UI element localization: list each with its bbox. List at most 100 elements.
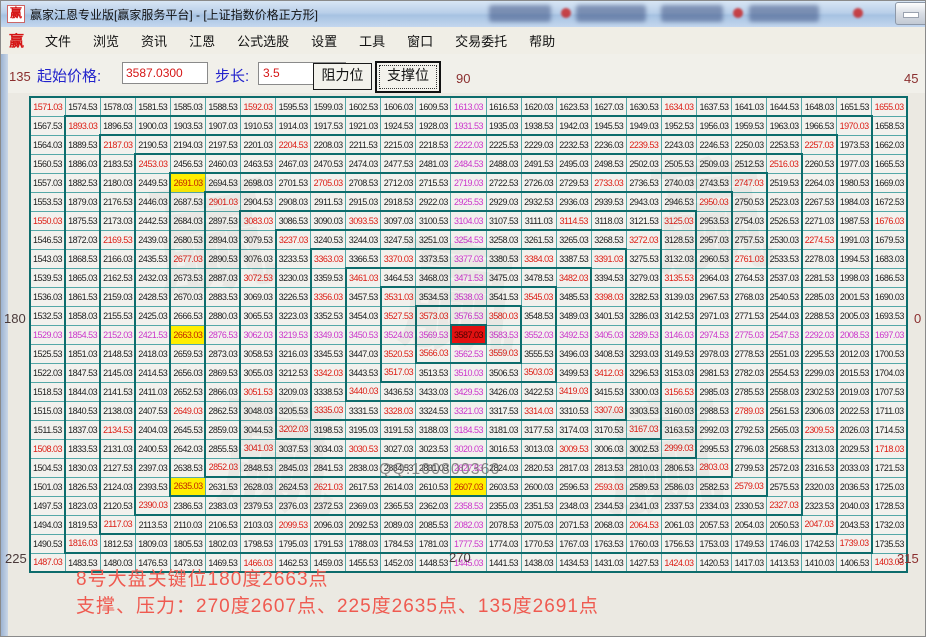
price-cell[interactable]: 3093.53: [346, 211, 381, 230]
price-cell[interactable]: 2176.53: [100, 192, 135, 211]
price-cell[interactable]: 2936.03: [556, 192, 591, 211]
price-cell[interactable]: 1602.53: [346, 97, 381, 116]
price-cell[interactable]: 2771.53: [732, 306, 767, 325]
price-cell[interactable]: 2323.53: [802, 496, 837, 515]
price-cell[interactable]: 3412.03: [591, 363, 626, 382]
price-cell[interactable]: 1553.53: [30, 192, 65, 211]
price-cell[interactable]: 2225.53: [486, 135, 521, 154]
price-cell[interactable]: 2187.03: [100, 135, 135, 154]
price-cell[interactable]: 2827.53: [451, 458, 486, 477]
price-cell[interactable]: 2526.53: [767, 211, 802, 230]
price-cell[interactable]: 3132.03: [661, 249, 696, 268]
price-cell[interactable]: 2211.53: [346, 135, 381, 154]
price-cell[interactable]: 2547.53: [767, 325, 802, 344]
price-cell[interactable]: 1494.03: [30, 515, 65, 534]
price-cell[interactable]: 2533.53: [767, 249, 802, 268]
price-cell[interactable]: 3184.53: [451, 420, 486, 439]
price-cell[interactable]: 1679.53: [872, 230, 907, 249]
price-cell[interactable]: 3447.03: [346, 344, 381, 363]
price-cell[interactable]: 1613.03: [451, 97, 486, 116]
price-cell[interactable]: 3002.53: [626, 439, 661, 458]
price-cell[interactable]: 1525.53: [30, 344, 65, 363]
price-cell[interactable]: 3307.03: [591, 401, 626, 420]
price-cell[interactable]: 2813.53: [591, 458, 626, 477]
price-cell[interactable]: 2292.03: [802, 325, 837, 344]
price-cell[interactable]: 2792.53: [732, 420, 767, 439]
price-cell[interactable]: 3496.03: [556, 344, 591, 363]
price-cell[interactable]: 3482.03: [556, 268, 591, 287]
price-cell[interactable]: 2456.53: [170, 154, 205, 173]
price-cell[interactable]: 2593.03: [591, 477, 626, 496]
price-cell[interactable]: 1560.53: [30, 154, 65, 173]
price-cell[interactable]: 1637.53: [696, 97, 731, 116]
price-cell[interactable]: 2925.53: [451, 192, 486, 211]
price-cell[interactable]: 2285.03: [802, 287, 837, 306]
price-cell[interactable]: 3174.03: [556, 420, 591, 439]
price-cell[interactable]: 2264.03: [802, 173, 837, 192]
price-cell[interactable]: 1599.03: [311, 97, 346, 116]
price-cell[interactable]: 1452.03: [381, 553, 416, 572]
menu-item-5[interactable]: 公式选股: [226, 27, 300, 54]
price-cell[interactable]: 1448.53: [416, 553, 451, 572]
price-cell[interactable]: 1595.53: [276, 97, 311, 116]
price-cell[interactable]: 1550.03: [30, 211, 65, 230]
price-cell[interactable]: 1767.03: [556, 534, 591, 553]
price-cell[interactable]: 1980.53: [837, 173, 872, 192]
price-cell[interactable]: 2054.03: [732, 515, 767, 534]
price-cell[interactable]: 2183.53: [100, 154, 135, 173]
price-cell[interactable]: 2068.03: [591, 515, 626, 534]
price-cell[interactable]: 2789.03: [732, 401, 767, 420]
price-cell[interactable]: 2138.03: [100, 401, 135, 420]
price-cell[interactable]: 2141.53: [100, 382, 135, 401]
price-cell[interactable]: 1945.53: [591, 116, 626, 135]
price-cell[interactable]: 2495.03: [556, 154, 591, 173]
price-cell[interactable]: 2740.03: [661, 173, 696, 192]
price-cell[interactable]: 2159.03: [100, 287, 135, 306]
price-cell[interactable]: 1564.03: [30, 135, 65, 154]
price-cell[interactable]: 2460.03: [205, 154, 240, 173]
price-cell[interactable]: 3524.03: [381, 325, 416, 344]
price-cell[interactable]: 2110.03: [170, 515, 205, 534]
price-cell[interactable]: 2085.53: [416, 515, 451, 534]
price-cell[interactable]: 3027.03: [381, 439, 416, 458]
price-cell[interactable]: 1973.53: [837, 135, 872, 154]
price-cell[interactable]: 3023.53: [416, 439, 451, 458]
price-cell[interactable]: 1714.53: [872, 420, 907, 439]
price-cell[interactable]: 2915.03: [346, 192, 381, 211]
price-cell[interactable]: 2239.53: [626, 135, 661, 154]
price-cell[interactable]: 2271.03: [802, 211, 837, 230]
price-cell[interactable]: 2474.03: [346, 154, 381, 173]
price-cell[interactable]: 3566.03: [416, 344, 451, 363]
price-cell[interactable]: 3100.53: [416, 211, 451, 230]
price-cell[interactable]: 1693.53: [872, 306, 907, 325]
price-cell[interactable]: 3258.03: [486, 230, 521, 249]
price-cell[interactable]: 3587.03: [451, 325, 486, 344]
price-cell[interactable]: 3135.53: [661, 268, 696, 287]
price-cell[interactable]: 2064.53: [626, 515, 661, 534]
price-cell[interactable]: 3160.03: [661, 401, 696, 420]
price-cell[interactable]: 2215.03: [381, 135, 416, 154]
price-cell[interactable]: 1861.53: [65, 287, 100, 306]
price-cell[interactable]: 1431.03: [591, 553, 626, 572]
price-cell[interactable]: 3205.53: [276, 401, 311, 420]
price-cell[interactable]: 2565.03: [767, 420, 802, 439]
price-cell[interactable]: 2705.03: [311, 173, 346, 192]
price-cell[interactable]: 2778.53: [732, 344, 767, 363]
price-cell[interactable]: 2960.53: [696, 249, 731, 268]
price-cell[interactable]: 3328.03: [381, 401, 416, 420]
price-cell[interactable]: 2302.53: [802, 382, 837, 401]
price-cell[interactable]: 3062.03: [240, 325, 275, 344]
price-cell[interactable]: 3300.03: [626, 382, 661, 401]
price-cell[interactable]: 1609.53: [416, 97, 451, 116]
price-cell[interactable]: 3030.53: [346, 439, 381, 458]
price-cell[interactable]: 2747.03: [732, 173, 767, 192]
price-cell[interactable]: 3405.03: [591, 325, 626, 344]
price-cell[interactable]: 3489.03: [556, 306, 591, 325]
price-cell[interactable]: 1557.03: [30, 173, 65, 192]
price-cell[interactable]: 3016.53: [486, 439, 521, 458]
price-cell[interactable]: 3324.53: [416, 401, 451, 420]
price-cell[interactable]: 3356.03: [311, 287, 346, 306]
price-cell[interactable]: 2845.03: [276, 458, 311, 477]
price-cell[interactable]: 3464.53: [381, 268, 416, 287]
price-cell[interactable]: 1536.03: [30, 287, 65, 306]
